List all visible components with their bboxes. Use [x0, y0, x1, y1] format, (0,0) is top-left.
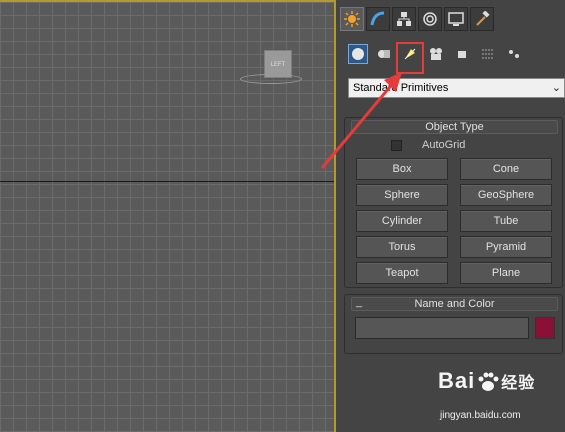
modify-arc-icon [370, 11, 385, 26]
utilities-hammer-icon [476, 11, 490, 26]
teapot-button[interactable]: Teapot [356, 262, 448, 284]
name-and-color-label: Name and Color [414, 298, 495, 310]
category-cameras[interactable] [426, 44, 446, 64]
object-name-field[interactable] [355, 317, 529, 339]
tube-button[interactable]: Tube [460, 210, 552, 232]
autogrid-option[interactable]: AutoGrid [391, 139, 465, 151]
sphere-button[interactable]: Sphere [356, 184, 448, 206]
cylinder-button[interactable]: Cylinder [356, 210, 448, 232]
chevron-down-icon: ⌄ [551, 82, 561, 94]
torus-button[interactable]: Torus [356, 236, 448, 258]
baidu-watermark: Bai 经验 jingyan.baidu.com [438, 368, 558, 426]
lights-icon [404, 48, 416, 60]
helpers-icon [458, 51, 466, 58]
name-and-color-rollout: _ Name and Color [344, 294, 563, 354]
command-panel-tabs [340, 7, 494, 33]
category-shapes[interactable] [374, 44, 394, 64]
display-monitor-icon [448, 12, 464, 26]
tab-display[interactable] [444, 7, 468, 31]
pyramid-button[interactable]: Pyramid [460, 236, 552, 258]
create-sun-icon [344, 11, 360, 27]
rollout-collapse-icon[interactable]: _ [356, 296, 362, 308]
viewport-axis-line [0, 181, 334, 182]
viewcube-ring[interactable] [240, 74, 302, 84]
geosphere-button[interactable]: GeoSphere [460, 184, 552, 206]
motion-icon [423, 12, 437, 26]
primitives-dropdown[interactable]: Standard Primitives ⌄ [348, 78, 565, 98]
object-color-swatch[interactable] [535, 317, 555, 339]
tab-modify[interactable] [366, 7, 390, 31]
geometry-sphere-icon [352, 48, 364, 60]
name-and-color-title[interactable]: _ Name and Color [351, 296, 558, 311]
autogrid-label: AutoGrid [422, 139, 466, 151]
viewport-left[interactable]: LEFT [0, 0, 336, 432]
box-button[interactable]: Box [356, 158, 448, 180]
shapes-icon [378, 50, 390, 58]
create-category-icons [348, 44, 524, 64]
tab-utilities[interactable] [470, 7, 494, 31]
viewcube[interactable]: LEFT [240, 50, 302, 90]
primitives-dropdown-value: Standard Primitives [353, 82, 449, 94]
object-type-buttons: Box Cone Sphere GeoSphere Cylinder Tube … [356, 158, 552, 284]
space-warps-icon [482, 49, 494, 59]
category-geometry[interactable] [348, 44, 368, 64]
systems-icon [509, 50, 519, 58]
object-type-rollout: Object Type AutoGrid Box Cone Sphere Geo… [344, 117, 563, 288]
tab-motion[interactable] [418, 7, 442, 31]
tab-create[interactable] [340, 7, 364, 31]
baidu-paw-icon [478, 372, 499, 391]
hierarchy-icon [397, 12, 411, 26]
cone-button[interactable]: Cone [460, 158, 552, 180]
category-systems[interactable] [504, 44, 524, 64]
category-helpers[interactable] [452, 44, 472, 64]
cameras-icon [430, 48, 442, 60]
category-space-warps[interactable] [478, 44, 498, 64]
plane-button[interactable]: Plane [460, 262, 552, 284]
object-type-title[interactable]: Object Type [351, 120, 558, 134]
tab-hierarchy[interactable] [392, 7, 416, 31]
watermark-url: jingyan.baidu.com [440, 410, 521, 421]
autogrid-checkbox[interactable] [391, 139, 402, 151]
category-lights[interactable] [400, 44, 420, 64]
